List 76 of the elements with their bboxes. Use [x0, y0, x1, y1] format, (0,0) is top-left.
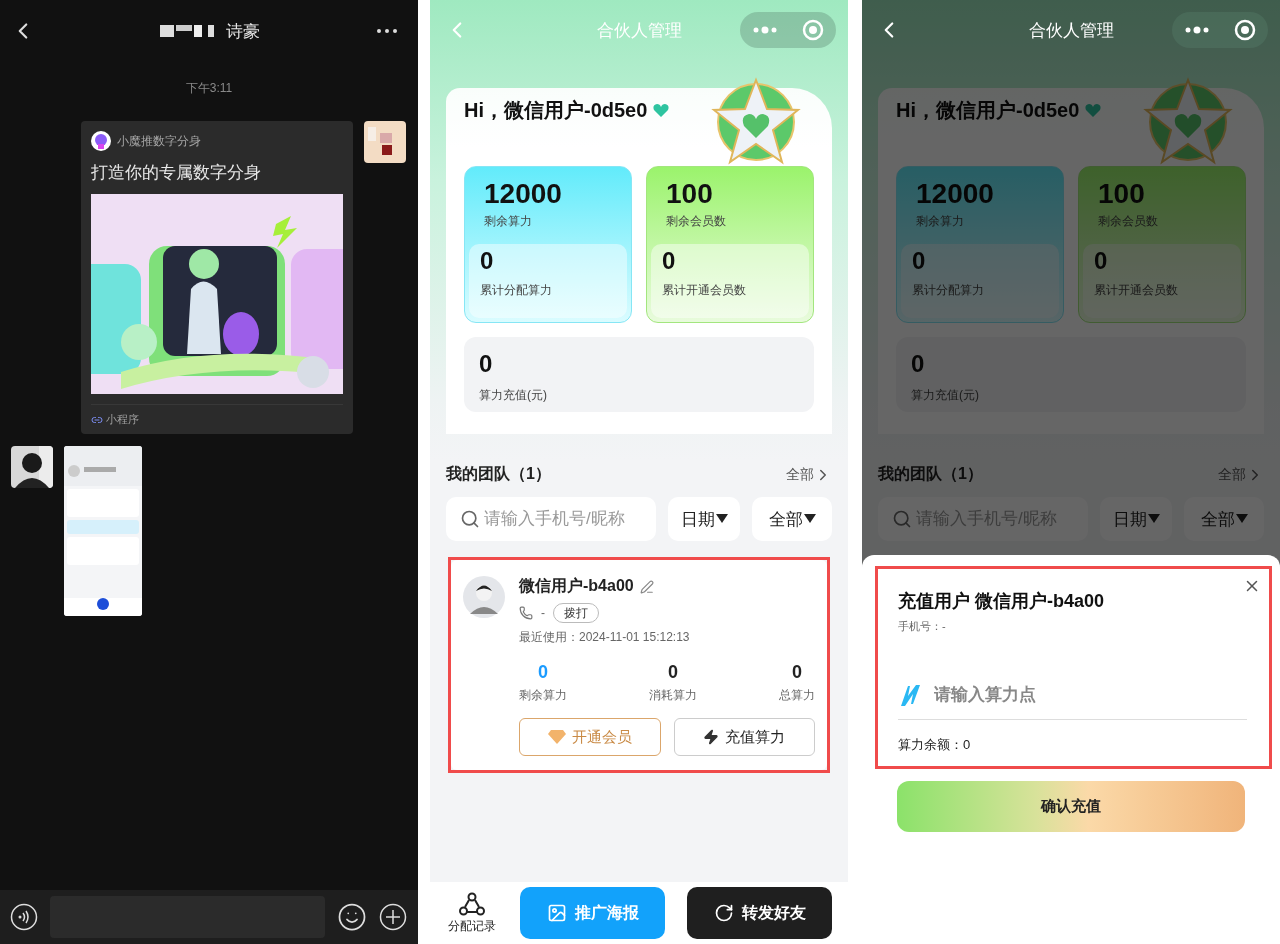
- stat-value: 100: [1097, 177, 1146, 211]
- sheet-title: 充值用户 微信用户-b4a00: [898, 590, 1106, 613]
- lightning-icon: [703, 729, 720, 745]
- emoji-icon[interactable]: [337, 902, 367, 932]
- stat-value: 12000: [915, 177, 995, 211]
- call-button[interactable]: 拨打: [553, 603, 599, 623]
- stat-label: 累计分配算力: [911, 282, 985, 299]
- share-icon: [713, 903, 734, 923]
- confirm-button[interactable]: 确认充值: [897, 781, 1245, 832]
- stat-value: 0: [661, 246, 677, 276]
- metric-value: 0: [792, 662, 802, 683]
- image-icon: [546, 903, 567, 923]
- message-time: 下午3:11: [185, 80, 233, 97]
- caret-icon: [803, 514, 816, 524]
- recharge-button[interactable]: 充值算力: [673, 718, 815, 756]
- card-footer: 小程序: [106, 412, 139, 427]
- section-title: 我的团队（1）: [878, 464, 983, 484]
- target-icon[interactable]: [1234, 19, 1256, 41]
- metric-value: 0: [668, 662, 678, 683]
- stat-label: 算力充值(元): [478, 387, 548, 404]
- search-field[interactable]: 请输入手机号/昵称: [446, 497, 656, 541]
- more-icon[interactable]: [1184, 26, 1210, 34]
- phone-number: 手机号：-: [898, 619, 947, 634]
- page-title: 合伙人管理: [1028, 19, 1114, 42]
- stat-label: 累计开通会员数: [1093, 282, 1179, 299]
- heart-icon: [653, 102, 670, 118]
- records-button[interactable]: 分配记录: [446, 891, 498, 935]
- filter-dropdown[interactable]: 全部: [752, 497, 832, 541]
- page-title: 合伙人管理: [596, 19, 682, 42]
- stat-value: 0: [910, 349, 926, 379]
- greeting: Hi，微信用户-0d5e0: [896, 97, 1080, 123]
- metric-label: 消耗算力: [649, 687, 697, 704]
- edit-icon[interactable]: [639, 579, 654, 594]
- stat-value: 0: [478, 349, 494, 379]
- member-name: 微信用户-b4a00: [519, 576, 634, 596]
- last-used: 最近使用：2024-11-01 15:12:13: [519, 629, 691, 646]
- stat-label: 剩余会员数: [665, 213, 727, 230]
- stat-label: 剩余算力: [483, 213, 533, 230]
- stat-value: 0: [479, 246, 495, 276]
- stat-label: 剩余会员数: [1097, 213, 1159, 230]
- stat-label: 累计开通会员数: [661, 282, 747, 299]
- plus-icon[interactable]: [379, 903, 407, 931]
- heart-icon: [1085, 102, 1102, 118]
- mascot-icon: [91, 131, 111, 151]
- stat-value: 12000: [483, 177, 563, 211]
- mini-program-card[interactable]: 小魔推数字分身 打造你的专属数字分身 小程序: [81, 121, 353, 434]
- app-name: 小魔推数字分身: [117, 132, 201, 150]
- share-button[interactable]: 转发好友: [687, 887, 832, 939]
- stat-label: 算力充值(元): [910, 387, 980, 404]
- network-icon: [459, 891, 485, 916]
- caret-icon: [715, 514, 728, 524]
- stat-value: 0: [1093, 246, 1109, 276]
- stat-value: 0: [911, 246, 927, 276]
- diamond-icon: [547, 729, 566, 745]
- phone-number: -: [541, 606, 545, 620]
- chat-title: 诗豪: [226, 20, 260, 43]
- balance-text: 算力余额：0: [898, 736, 972, 754]
- more-icon[interactable]: [376, 28, 398, 34]
- metric-value: 0: [538, 662, 548, 683]
- stat-label: 累计分配算力: [479, 282, 553, 299]
- greeting: Hi，微信用户-0d5e0: [464, 97, 648, 123]
- section-title: 我的团队（1）: [446, 464, 551, 484]
- filter-dropdown[interactable]: 日期: [668, 497, 740, 541]
- caret-icon: [1147, 514, 1160, 524]
- stat-label: 剩余算力: [915, 213, 965, 230]
- view-all-link[interactable]: 全部: [786, 465, 832, 484]
- card-title: 打造你的专属数字分身: [91, 162, 262, 184]
- avatar-icon: [463, 576, 505, 618]
- search-icon: [460, 509, 480, 529]
- metric-label: 剩余算力: [519, 687, 567, 704]
- caret-icon: [1235, 514, 1248, 524]
- phone-icon: [519, 606, 533, 620]
- metric-label: 总算力: [779, 687, 815, 704]
- stat-value: 100: [665, 177, 714, 211]
- search-icon: [892, 509, 912, 529]
- voice-icon[interactable]: [10, 903, 38, 931]
